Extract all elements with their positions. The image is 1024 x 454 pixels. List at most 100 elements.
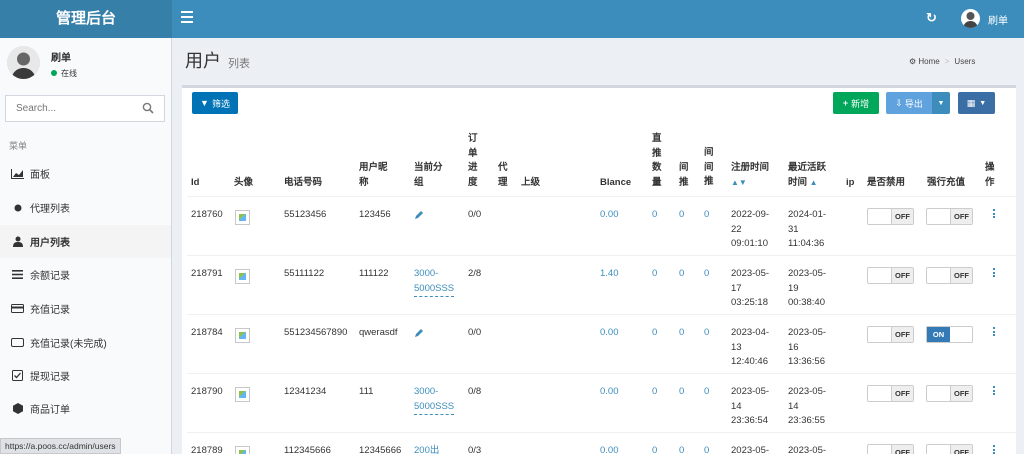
download-icon: ⇩: [895, 97, 903, 108]
col-header-parent: 上级: [521, 177, 541, 188]
cell-balance[interactable]: 0.00: [600, 208, 619, 223]
circle-icon: [11, 202, 24, 214]
credit-card-icon: [11, 303, 24, 315]
export-dropdown-button[interactable]: ▼: [932, 92, 950, 114]
toggle-label: OFF: [950, 386, 972, 401]
cell-balance[interactable]: 1.40: [600, 267, 619, 282]
sidebar-item-orders[interactable]: 商品订单: [0, 392, 171, 425]
more-actions-icon[interactable]: [993, 268, 996, 279]
cell-indirect[interactable]: 0: [679, 267, 684, 282]
cell-balance[interactable]: 0.00: [600, 385, 619, 400]
cell-direct[interactable]: 0: [652, 326, 657, 341]
user-menu-name[interactable]: 刷单: [988, 12, 1008, 27]
cell-direct[interactable]: 0: [652, 208, 657, 223]
cell-progress: 0/0: [468, 327, 482, 338]
col-header-registered[interactable]: 注册时间 ▲▼: [731, 161, 769, 190]
force-recharge-toggle[interactable]: OFF: [926, 267, 973, 284]
cell-group-link[interactable]: 3000- 5000SSS: [414, 385, 455, 415]
cell-id: 218784: [191, 327, 223, 338]
sidebar: 刷单 在线 菜单 面板 代理列表 用户列表 余额记录 充值记录 充值记录(未完成…: [0, 38, 172, 454]
plus-icon: +: [842, 98, 849, 108]
col-header-actions: 操 作: [985, 162, 995, 188]
col-header-id[interactable]: Id: [191, 176, 199, 191]
sidebar-item-recharge-log[interactable]: 充值记录: [0, 292, 171, 325]
disabled-toggle[interactable]: OFF: [867, 208, 914, 225]
disabled-toggle[interactable]: OFF: [867, 267, 914, 284]
cell-indirect2[interactable]: 0: [704, 267, 709, 282]
disabled-toggle[interactable]: OFF: [867, 326, 914, 343]
users-table-box: ▼ 筛选 + 新增 ⇩ 导出 ▼ ▦ ▼ Id 头像 电话号码 用户昵 称 当前分 组 …: [182, 85, 1016, 454]
cell-balance[interactable]: 0.00: [600, 444, 619, 454]
refresh-icon[interactable]: ↻: [926, 10, 937, 26]
cell-last-active: 2023-05- 16 13:36:56: [788, 327, 827, 367]
force-recharge-toggle[interactable]: OFF: [926, 208, 973, 225]
toggle-label: OFF: [891, 445, 913, 454]
force-recharge-toggle[interactable]: OFF: [926, 385, 973, 402]
cell-indirect2[interactable]: 0: [704, 444, 709, 454]
filter-button[interactable]: ▼ 筛选: [192, 92, 238, 114]
export-label: 导出: [904, 98, 923, 109]
search-icon[interactable]: [142, 102, 154, 114]
sidebar-item-balance-log[interactable]: 余额记录: [0, 258, 171, 291]
user-avatar[interactable]: [961, 9, 980, 28]
cell-indirect2[interactable]: 0: [704, 208, 709, 223]
sidebar-toggle-icon[interactable]: [181, 11, 193, 27]
sidebar-item-label: 面板: [30, 170, 50, 181]
cell-balance[interactable]: 0.00: [600, 326, 619, 341]
cell-indirect2[interactable]: 0: [704, 326, 709, 341]
toggle-label: OFF: [891, 327, 913, 342]
app-logo[interactable]: 管理后台: [0, 0, 172, 38]
pencil-icon[interactable]: [414, 328, 424, 338]
user-panel: 刷单 在线: [0, 38, 172, 88]
toggle-label: OFF: [891, 386, 913, 401]
sidebar-item-recharge-pending[interactable]: 充值记录(未完成): [0, 326, 171, 359]
force-recharge-toggle[interactable]: OFF: [926, 444, 973, 454]
cell-direct[interactable]: 0: [652, 444, 657, 454]
cell-group-link[interactable]: 3000- 5000SSS: [414, 267, 455, 297]
cell-registered: 2023-05-: [731, 445, 770, 454]
cell-indirect2[interactable]: 0: [704, 385, 709, 400]
more-actions-icon[interactable]: [993, 209, 996, 220]
menu-header: 菜单: [9, 141, 28, 151]
cell-direct[interactable]: 0: [652, 267, 657, 282]
avatar: [7, 46, 40, 79]
col-header-last-active[interactable]: 最近活跃 时间 ▲: [788, 161, 826, 190]
sidebar-item-agents[interactable]: 代理列表: [0, 191, 171, 224]
disabled-toggle[interactable]: OFF: [867, 444, 914, 454]
disabled-toggle[interactable]: OFF: [867, 385, 914, 402]
add-button[interactable]: + 新增: [833, 92, 879, 114]
toggle-label: OFF: [891, 209, 913, 224]
cell-phone: 551234567890: [284, 327, 348, 338]
search-input[interactable]: [6, 96, 136, 121]
cell-direct[interactable]: 0: [652, 385, 657, 400]
more-actions-icon[interactable]: [993, 386, 996, 397]
col-header-disabled: 是否禁用: [867, 177, 906, 188]
col-header-direct: 直 推 数 量: [652, 133, 662, 188]
cell-group-link[interactable]: 200出: [414, 444, 439, 454]
more-actions-icon[interactable]: [993, 445, 996, 454]
col-header-ip: ip: [846, 177, 855, 188]
sidebar-item-users[interactable]: 用户列表: [0, 225, 171, 258]
force-recharge-toggle[interactable]: ON: [926, 326, 973, 343]
pencil-icon[interactable]: [414, 210, 424, 220]
sidebar-item-withdraw-log[interactable]: 提现记录: [0, 359, 171, 392]
sidebar-username: 刷单: [51, 53, 71, 64]
sidebar-item-dashboard[interactable]: 面板: [0, 157, 171, 190]
list-icon: [11, 269, 24, 281]
table-row: 218789 112345666 12345666 200出 0/3 0.00 0 0 0 202…: [187, 432, 1016, 454]
export-button[interactable]: ⇩ 导出: [886, 92, 932, 114]
cell-indirect[interactable]: 0: [679, 444, 684, 454]
breadcrumb-home[interactable]: Home: [918, 57, 939, 66]
add-label: 新增: [851, 98, 870, 109]
more-actions-icon[interactable]: [993, 327, 996, 338]
cell-last-active: 2023-05- 14 23:36:55: [788, 386, 827, 426]
col-header-phone: 电话号码: [284, 177, 323, 188]
sort-icon: ▲: [809, 177, 818, 187]
cell-indirect[interactable]: 0: [679, 326, 684, 341]
breadcrumb-users: Users: [954, 57, 976, 66]
rectangle-icon: [11, 337, 24, 349]
cell-indirect[interactable]: 0: [679, 208, 684, 223]
toggle-label: OFF: [950, 268, 972, 283]
columns-button[interactable]: ▦ ▼: [958, 92, 995, 114]
cell-indirect[interactable]: 0: [679, 385, 684, 400]
